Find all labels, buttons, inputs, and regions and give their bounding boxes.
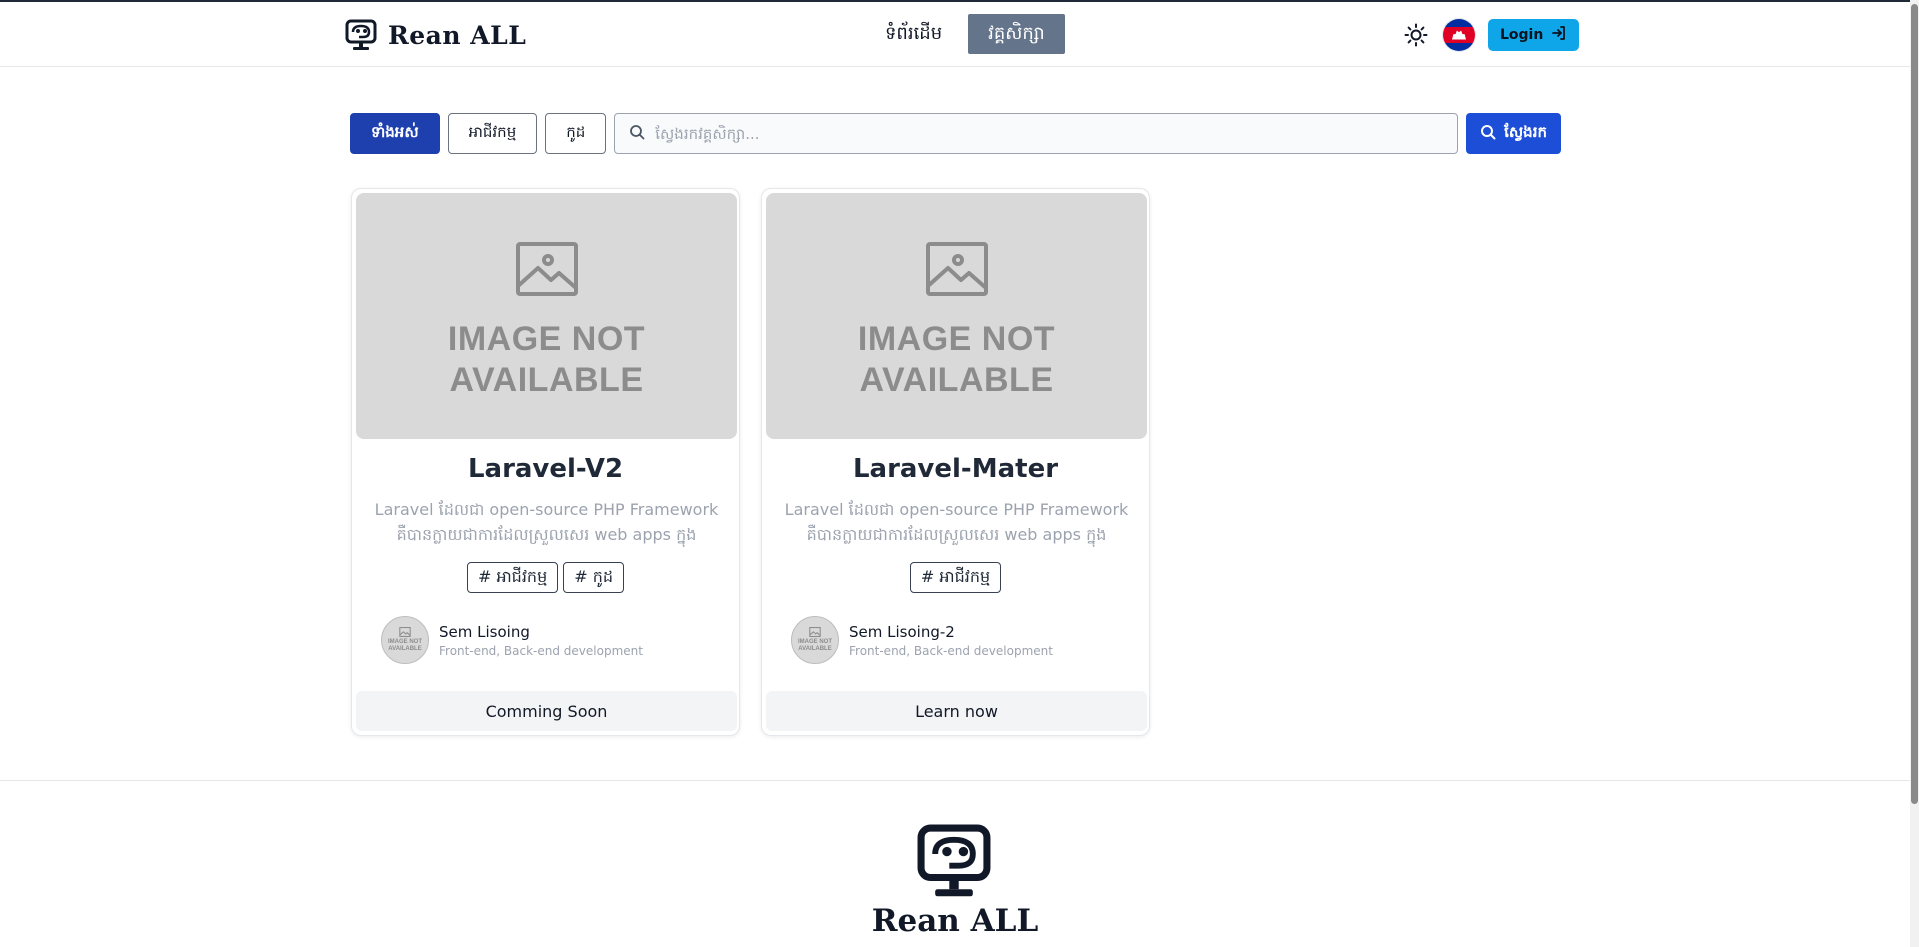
course-author: IMAGE NOT AVAILABLE Sem Lisoing-2 Front-…	[791, 616, 1053, 664]
author-role: Front-end, Back-end development	[849, 643, 1053, 658]
avatar-unavailable-text: IMAGE NOT AVAILABLE	[798, 639, 832, 652]
avatar: IMAGE NOT AVAILABLE	[791, 616, 839, 664]
course-tags: # អាជីវកម្ម	[762, 562, 1149, 593]
tag-business[interactable]: # អាជីវកម្ម	[909, 562, 1002, 593]
login-button[interactable]: Login	[1488, 19, 1580, 51]
brain-monitor-icon	[344, 18, 378, 52]
course-title[interactable]: Laravel-V2	[352, 454, 739, 484]
filter-code-button[interactable]: កូដ	[545, 113, 607, 154]
brain-monitor-icon	[914, 821, 994, 905]
coming-soon-button[interactable]: Comming Soon	[356, 691, 737, 731]
course-card[interactable]: IMAGE NOT AVAILABLE Laravel-V2 Laravel ដ…	[351, 188, 740, 736]
filter-bar: ទាំងអស់ អាជីវកម្ម កូដ ស្វែងរក	[350, 113, 1561, 154]
course-description: Laravel ដែលជា open-source PHP Framework …	[374, 500, 719, 544]
avatar-unavailable-text: IMAGE NOT AVAILABLE	[388, 639, 422, 652]
learn-now-button[interactable]: Learn now	[766, 691, 1147, 731]
image-icon	[809, 627, 821, 637]
login-label: Login	[1500, 27, 1544, 43]
search-icon	[629, 124, 645, 144]
brand-name: Rean ALL	[388, 20, 527, 50]
course-title[interactable]: Laravel-Mater	[762, 454, 1149, 484]
filter-business-button[interactable]: អាជីវកម្ម	[447, 113, 538, 154]
page-scrollbar[interactable]	[1910, 0, 1919, 947]
site-header: Rean ALL ទំព័រដើម វគ្គសិក្សា Login	[0, 2, 1910, 67]
scrollbar-thumb[interactable]	[1911, 4, 1918, 804]
image-icon	[925, 242, 988, 296]
login-arrow-icon	[1551, 25, 1567, 45]
image-unavailable-text: IMAGE NOT AVAILABLE	[857, 320, 1056, 399]
search-button-label: ស្វែងរក	[1504, 122, 1547, 141]
cambodia-flag-icon[interactable]	[1442, 18, 1476, 52]
nav-item-home[interactable]: ទំព័រដើម	[865, 14, 962, 54]
course-description: Laravel ដែលជា open-source PHP Framework …	[784, 500, 1129, 544]
course-card[interactable]: IMAGE NOT AVAILABLE Laravel-Mater Larave…	[761, 188, 1150, 736]
sun-icon[interactable]	[1402, 21, 1430, 49]
image-unavailable-text: IMAGE NOT AVAILABLE	[447, 320, 646, 399]
image-icon	[515, 242, 578, 296]
course-image: IMAGE NOT AVAILABLE	[356, 193, 737, 439]
avatar: IMAGE NOT AVAILABLE	[381, 616, 429, 664]
main-nav: ទំព័រដើម វគ្គសិក្សា	[865, 14, 1065, 54]
author-name: Sem Lisoing-2	[849, 622, 955, 641]
course-author: IMAGE NOT AVAILABLE Sem Lisoing Front-en…	[381, 616, 643, 664]
tag-code[interactable]: # កូដ	[563, 562, 625, 593]
course-image: IMAGE NOT AVAILABLE	[766, 193, 1147, 439]
author-role: Front-end, Back-end development	[439, 643, 643, 658]
search-button[interactable]: ស្វែងរក	[1466, 113, 1561, 154]
author-name: Sem Lisoing	[439, 622, 530, 641]
filter-all-button[interactable]: ទាំងអស់	[350, 113, 440, 154]
image-icon	[399, 627, 411, 637]
brand[interactable]: Rean ALL	[344, 17, 526, 53]
search-box	[614, 113, 1459, 154]
footer-brand-name: Rean ALL	[871, 903, 1039, 939]
nav-item-courses[interactable]: វគ្គសិក្សា	[968, 14, 1065, 54]
site-footer: Rean ALL	[0, 780, 1910, 947]
tag-business[interactable]: # អាជីវកម្ម	[466, 562, 559, 593]
search-icon	[1480, 124, 1496, 144]
search-input[interactable]	[655, 124, 1444, 143]
header-actions: Login	[1402, 18, 1580, 52]
course-tags: # អាជីវកម្ម # កូដ	[352, 562, 739, 593]
